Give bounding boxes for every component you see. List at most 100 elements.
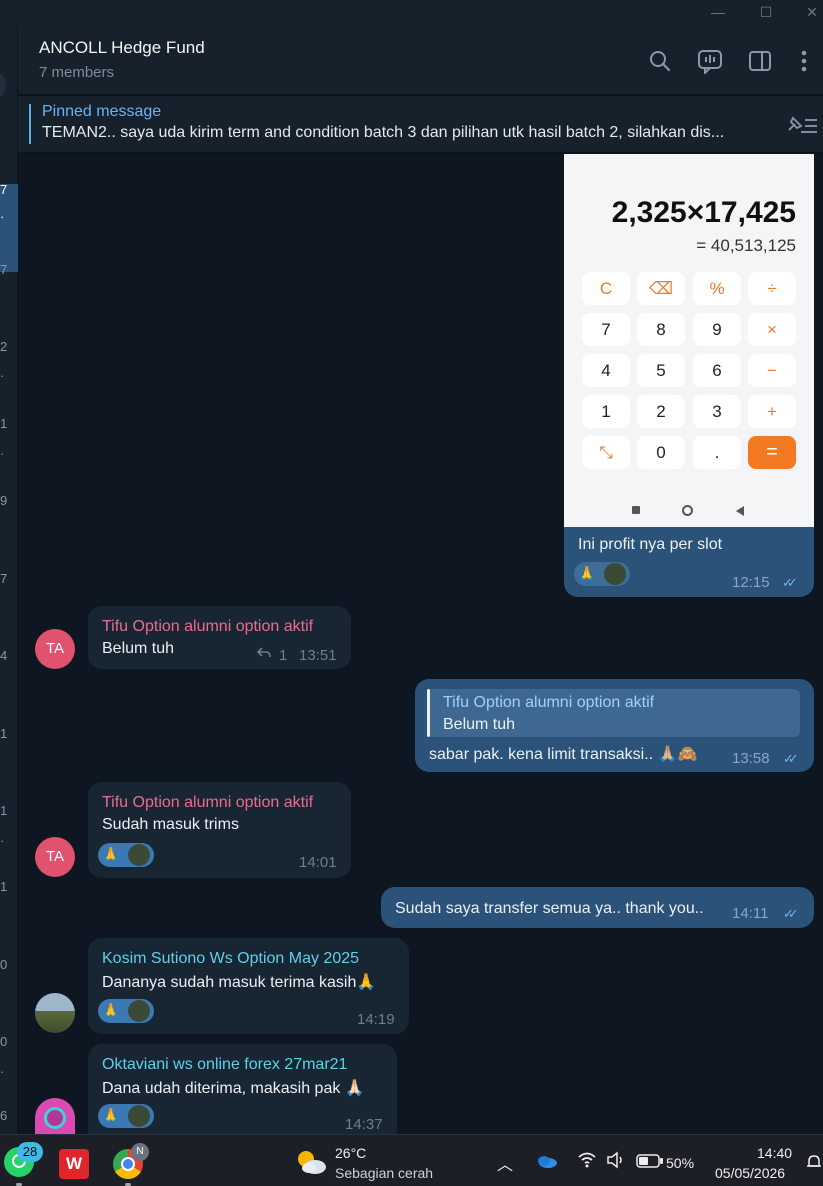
unread-count: 9 bbox=[0, 493, 8, 508]
notification-icon[interactable] bbox=[805, 1153, 823, 1171]
sender-name[interactable]: Kosim Sutiono Ws Option May 2025 bbox=[102, 950, 359, 968]
group-title[interactable]: ANCOLL Hedge Fund bbox=[39, 38, 205, 58]
unread-count: · bbox=[0, 446, 5, 461]
calc-key-minus: − bbox=[748, 354, 796, 387]
unread-count: 2 bbox=[0, 339, 8, 354]
window-titlebar: — ☐ ✕ bbox=[0, 0, 823, 26]
clock-time[interactable]: 14:40 bbox=[757, 1145, 792, 1161]
unread-count: 1 bbox=[0, 416, 8, 431]
wps-office-icon[interactable]: W bbox=[59, 1149, 89, 1179]
chat-list-strip[interactable]: 7 · 7 2 · 1 · 9 7 4 1 1 · 1 0 0 · 6 bbox=[0, 26, 18, 1134]
unread-count: 0 bbox=[0, 1034, 8, 1049]
calc-key-multiply: × bbox=[748, 313, 796, 346]
unread-count: · bbox=[0, 368, 5, 383]
message-bubble[interactable]: Tifu Option alumni option aktif Sudah ma… bbox=[88, 782, 351, 878]
avatar[interactable] bbox=[35, 993, 75, 1033]
pinned-list-icon[interactable] bbox=[785, 114, 819, 136]
message-bubble[interactable]: Sudah saya transfer semua ya.. thank you… bbox=[381, 887, 814, 928]
message-time: 14:37 bbox=[345, 1116, 383, 1133]
onedrive-icon[interactable] bbox=[536, 1153, 558, 1169]
calc-key-0: 0 bbox=[637, 436, 685, 469]
whatsapp-badge: 28 bbox=[17, 1142, 43, 1162]
calc-key-convert: ⤡ bbox=[582, 436, 630, 469]
reaction-badge[interactable]: 🙏 bbox=[98, 843, 154, 867]
sidebar-toggle-icon[interactable] bbox=[747, 48, 773, 74]
quote-text: Belum tuh bbox=[443, 716, 516, 733]
battery-level bbox=[639, 1157, 648, 1165]
pray-emoji: 🙏 bbox=[102, 1002, 120, 1018]
sender-name[interactable]: Oktaviani ws online forex 27mar21 bbox=[102, 1056, 347, 1074]
wifi-icon[interactable] bbox=[577, 1151, 597, 1169]
minimize-button[interactable]: — bbox=[698, 0, 738, 26]
volume-icon[interactable] bbox=[606, 1151, 626, 1169]
battery-percent: 50% bbox=[666, 1155, 695, 1171]
more-icon[interactable] bbox=[791, 48, 817, 74]
reaction-badge[interactable]: 🙏 bbox=[98, 1104, 154, 1128]
unread-count: · bbox=[0, 1064, 5, 1079]
calc-key-percent: % bbox=[693, 272, 741, 305]
message-time: 13:58 bbox=[732, 750, 770, 767]
weather-partly-sunny-icon[interactable] bbox=[294, 1147, 328, 1177]
pinned-message-bar[interactable]: Pinned message TEMAN2.. saya uda kirim t… bbox=[18, 95, 823, 153]
message-bubble[interactable]: Tifu Option alumni option aktif Belum tu… bbox=[88, 606, 351, 669]
search-icon[interactable] bbox=[647, 48, 673, 74]
chat-header[interactable]: ANCOLL Hedge Fund 7 members bbox=[18, 26, 823, 94]
reaction-badge[interactable]: 🙏 bbox=[98, 999, 154, 1023]
quoted-message[interactable]: Tifu Option alumni option aktif Belum tu… bbox=[427, 689, 800, 737]
calc-key-9: 9 bbox=[693, 313, 741, 346]
unread-count: 7 bbox=[0, 571, 8, 586]
reply-count[interactable]: 1 bbox=[279, 647, 287, 664]
pray-emoji: 🙏 bbox=[578, 565, 596, 581]
calculator-result: = 40,513,125 bbox=[696, 236, 796, 255]
close-button[interactable]: ✕ bbox=[792, 0, 823, 26]
unread-count: 1 bbox=[0, 803, 8, 818]
avatar[interactable] bbox=[0, 72, 6, 98]
chrome-profile-badge: N bbox=[131, 1143, 149, 1161]
calc-key-dot: . bbox=[693, 436, 741, 469]
message-text: sabar pak. kena limit transaksi.. 🙏🏼🙈 bbox=[429, 746, 698, 763]
battery-icon[interactable] bbox=[636, 1154, 664, 1168]
pinned-title: Pinned message bbox=[42, 103, 162, 120]
weather-description[interactable]: Sebagian cerah bbox=[335, 1165, 433, 1181]
unread-count: · bbox=[0, 209, 5, 224]
sender-name[interactable]: Tifu Option alumni option aktif bbox=[102, 618, 313, 636]
avatar[interactable]: TA bbox=[35, 629, 75, 669]
active-chat-indicator bbox=[0, 184, 18, 272]
calc-key-7: 7 bbox=[582, 313, 630, 346]
message-bubble[interactable]: Oktaviani ws online forex 27mar21 Dana u… bbox=[88, 1044, 397, 1134]
message-bubble[interactable]: 2,325×17,425 = 40,513,125 C ⌫ % ÷ 7 8 9 … bbox=[564, 154, 814, 597]
message-bubble[interactable]: Kosim Sutiono Ws Option May 2025 Dananya… bbox=[88, 938, 409, 1034]
reply-icon[interactable] bbox=[256, 646, 272, 660]
quote-bar bbox=[427, 689, 430, 737]
calc-key-plus: + bbox=[748, 395, 796, 428]
calc-key-backspace: ⌫ bbox=[637, 272, 685, 305]
unread-count: 1 bbox=[0, 726, 8, 741]
clock-date[interactable]: 05/05/2026 bbox=[715, 1165, 785, 1181]
pray-emoji: 🙏 bbox=[102, 1107, 120, 1123]
unread-count: 6 bbox=[0, 1108, 8, 1123]
avatar[interactable] bbox=[35, 1098, 75, 1134]
unread-count: 1 bbox=[0, 879, 8, 894]
pinned-text[interactable]: TEMAN2.. saya uda kirim term and conditi… bbox=[42, 124, 767, 142]
pinned-indicator bbox=[29, 104, 31, 144]
calculator-screenshot[interactable]: 2,325×17,425 = 40,513,125 C ⌫ % ÷ 7 8 9 … bbox=[564, 154, 814, 527]
reaction-badge[interactable]: 🙏 bbox=[574, 562, 630, 586]
quote-sender: Tifu Option alumni option aktif bbox=[443, 694, 655, 711]
reactor-avatar bbox=[128, 1000, 150, 1022]
live-chat-icon[interactable] bbox=[697, 48, 723, 74]
weather-temperature[interactable]: 26°C bbox=[335, 1145, 366, 1161]
avatar[interactable]: TA bbox=[35, 837, 75, 877]
message-time: 14:11 bbox=[732, 905, 769, 922]
maximize-button[interactable]: ☐ bbox=[746, 0, 786, 26]
message-time: 12:15 bbox=[732, 574, 770, 591]
unread-count: 7 bbox=[0, 182, 8, 197]
member-count: 7 members bbox=[39, 64, 115, 81]
sender-name[interactable]: Tifu Option alumni option aktif bbox=[102, 794, 313, 812]
read-checks-icon: ✓✓ bbox=[783, 751, 799, 766]
reactor-avatar bbox=[128, 1105, 150, 1127]
tray-chevron-icon[interactable]: ︿ bbox=[497, 1151, 513, 1175]
message-bubble[interactable]: Tifu Option alumni option aktif Belum tu… bbox=[415, 679, 814, 772]
unread-count: · bbox=[0, 833, 5, 848]
message-time: 14:01 bbox=[299, 854, 337, 871]
calc-key-5: 5 bbox=[637, 354, 685, 387]
